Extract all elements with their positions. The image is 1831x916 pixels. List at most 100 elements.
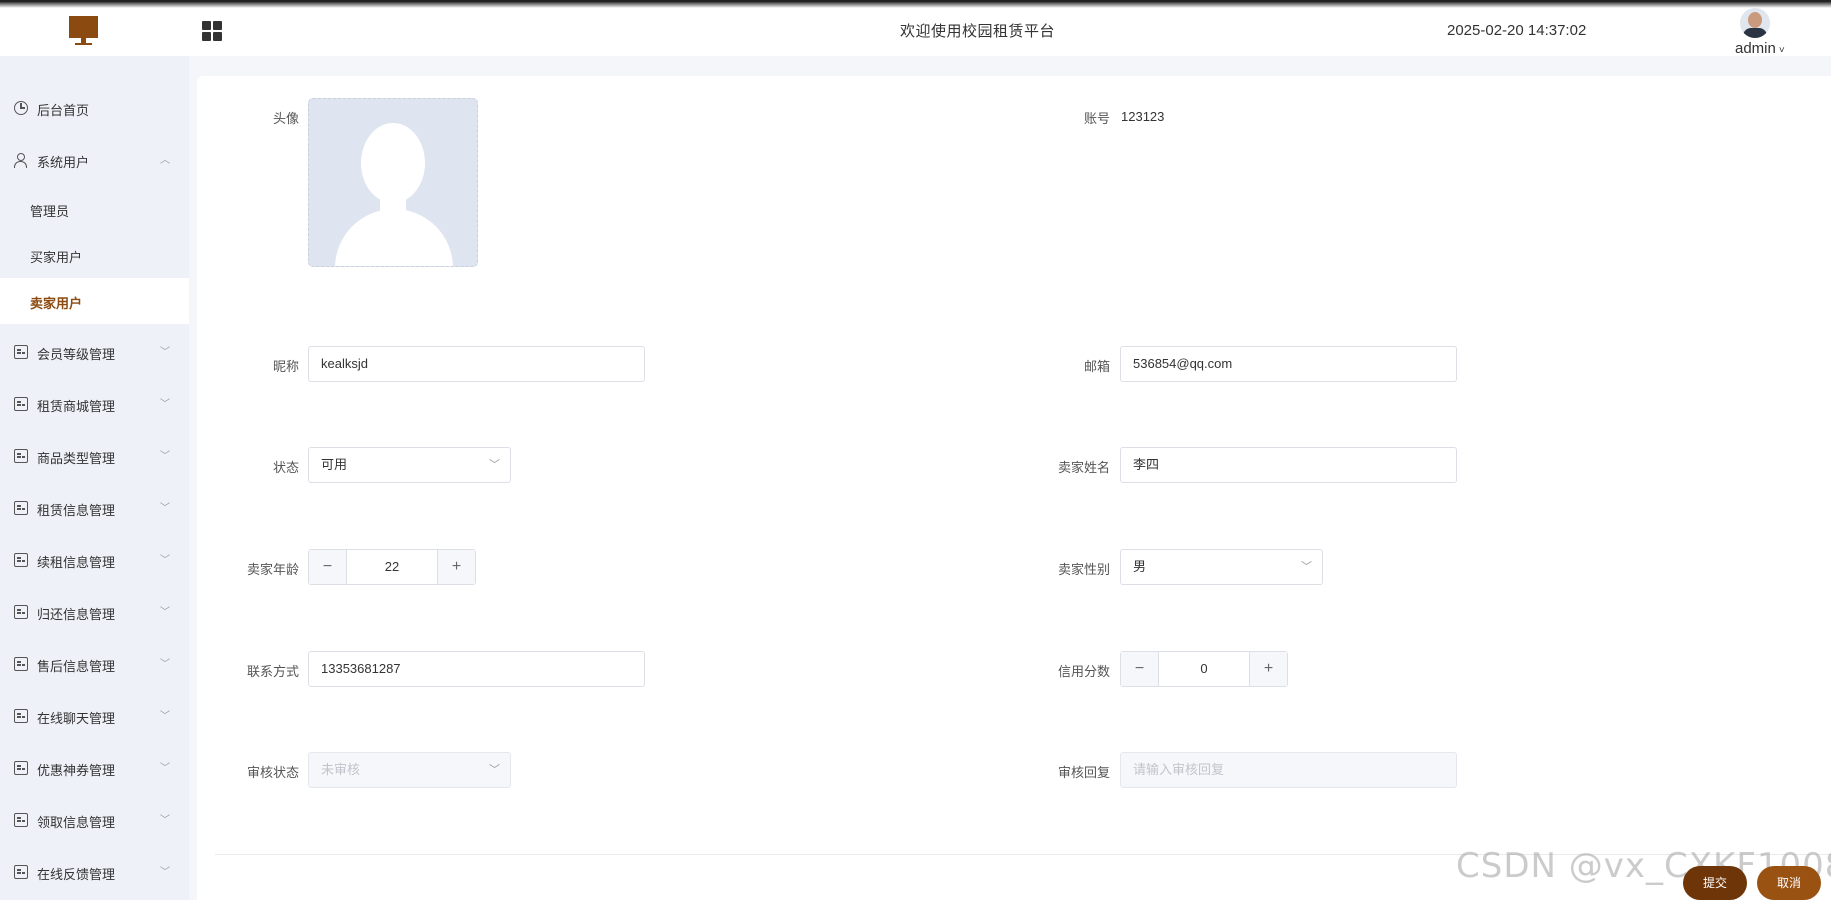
user-avatar[interactable]: [1740, 8, 1770, 38]
sidebar-item-label: 在线反馈管理: [37, 867, 116, 882]
sidebar-item-label: 租赁信息管理: [37, 503, 116, 518]
credit-stepper[interactable]: − 0 +: [1120, 651, 1288, 687]
decrement-button[interactable]: −: [1121, 652, 1159, 686]
sidebar-item-online-chat[interactable]: 在线聊天管理 ﹀: [0, 690, 189, 742]
sidebar-item-dashboard[interactable]: 后台首页: [0, 82, 189, 134]
chevron-down-icon: ﹀: [160, 659, 170, 670]
status-select[interactable]: 可用 ﹀: [308, 447, 511, 483]
decrement-button[interactable]: −: [309, 550, 347, 584]
datetime-display: 2025-02-20 14:37:02: [1447, 22, 1587, 39]
sidebar-item-return-info[interactable]: 归还信息管理 ﹀: [0, 586, 189, 638]
document-icon: [14, 709, 28, 723]
sidebar-item-label: 后台首页: [37, 103, 90, 118]
sidebar-subitem-sellers[interactable]: 卖家用户: [0, 278, 189, 324]
chevron-down-icon: ﹀: [160, 555, 170, 566]
status-selected-value: 可用: [321, 457, 348, 472]
document-icon: [14, 449, 28, 463]
monitor-logo-icon[interactable]: [69, 16, 98, 46]
account-label: 账号: [1083, 111, 1110, 126]
sidebar-item-label: 领取信息管理: [37, 815, 116, 830]
nickname-input[interactable]: kealksjd: [308, 346, 645, 382]
username-label[interactable]: admin: [1735, 40, 1776, 57]
user-icon: [14, 153, 28, 168]
sidebar-item-product-types[interactable]: 商品类型管理 ﹀: [0, 430, 189, 482]
status-label: 状态: [272, 460, 299, 475]
sidebar-item-label: 优惠神券管理: [37, 763, 116, 778]
chevron-down-icon: ﹀: [160, 503, 170, 514]
seller-gender-select[interactable]: 男 ﹀: [1120, 549, 1323, 585]
sidebar-subitem-label: 买家用户: [30, 250, 83, 265]
user-menu[interactable]: admin ˅: [1735, 40, 1785, 57]
document-icon: [14, 605, 28, 619]
document-icon: [14, 657, 28, 671]
email-input[interactable]: 536854@qq.com: [1120, 346, 1457, 382]
submit-button[interactable]: 提交: [1683, 866, 1747, 900]
document-icon: [14, 813, 28, 827]
seller-age-stepper[interactable]: − 22 +: [308, 549, 476, 585]
sidebar-item-label: 会员等级管理: [37, 347, 116, 362]
chevron-down-icon: ﹀: [160, 815, 170, 826]
audit-reply-input: 请输入审核回复: [1120, 752, 1457, 788]
sidebar-item-rental-info[interactable]: 租赁信息管理 ﹀: [0, 482, 189, 534]
sidebar-item-rental-mall[interactable]: 租赁商城管理 ﹀: [0, 378, 189, 430]
contact-input[interactable]: 13353681287: [308, 651, 645, 687]
menu-grid-icon[interactable]: [202, 21, 222, 41]
chevron-down-icon: ﹀: [160, 607, 170, 618]
sidebar-item-label: 售后信息管理: [37, 659, 116, 674]
chevron-down-icon: ﹀: [160, 347, 170, 358]
sidebar-subitem-label: 卖家用户: [30, 296, 83, 311]
document-icon: [14, 501, 28, 515]
seller-gender-label: 卖家性别: [1057, 562, 1110, 577]
audit-reply-label: 审核回复: [1057, 765, 1110, 780]
chevron-down-icon: ˅: [1778, 45, 1785, 56]
sidebar-item-claim-info[interactable]: 领取信息管理 ﹀: [0, 794, 189, 846]
credit-label: 信用分数: [1057, 664, 1110, 679]
page-title: 欢迎使用校园租赁平台: [900, 23, 1056, 40]
sidebar-subitem-buyers[interactable]: 买家用户: [0, 232, 189, 278]
sidebar-item-label: 续租信息管理: [37, 555, 116, 570]
chevron-down-icon: ﹀: [160, 711, 170, 722]
sidebar-item-label: 系统用户: [37, 155, 90, 170]
chevron-up-icon: ︿: [160, 155, 170, 166]
audit-status-placeholder: 未审核: [321, 762, 361, 777]
sidebar-item-label: 归还信息管理: [37, 607, 116, 622]
document-icon: [14, 345, 28, 359]
chevron-down-icon: ﹀: [160, 867, 170, 878]
cancel-button[interactable]: 取消: [1757, 866, 1821, 900]
seller-age-label: 卖家年龄: [246, 562, 299, 577]
document-icon: [14, 553, 28, 567]
document-icon: [14, 865, 28, 879]
avatar-upload[interactable]: [308, 98, 478, 267]
sidebar-subitem-label: 管理员: [30, 204, 70, 219]
sidebar-item-feedback[interactable]: 在线反馈管理 ﹀: [0, 846, 189, 898]
sidebar-item-label: 租赁商城管理: [37, 399, 116, 414]
sidebar-item-renewal-info[interactable]: 续租信息管理 ﹀: [0, 534, 189, 586]
email-label: 邮箱: [1083, 359, 1110, 374]
seller-name-input[interactable]: 李四: [1120, 447, 1457, 483]
account-value: 123123: [1121, 109, 1165, 124]
chevron-down-icon: ﹀: [160, 763, 170, 774]
sidebar-subitem-admins[interactable]: 管理员: [0, 186, 189, 232]
sidebar-item-after-sales[interactable]: 售后信息管理 ﹀: [0, 638, 189, 690]
chevron-down-icon: ﹀: [489, 764, 500, 776]
top-bar: 欢迎使用校园租赁平台 2025-02-20 14:37:02 admin ˅: [0, 0, 1831, 57]
chevron-down-icon: ﹀: [160, 451, 170, 462]
audit-status-select: 未审核 ﹀: [308, 752, 511, 788]
document-icon: [14, 397, 28, 411]
sidebar-item-coupons[interactable]: 优惠神券管理 ﹀: [0, 742, 189, 794]
document-icon: [14, 761, 28, 775]
chevron-down-icon: ﹀: [1301, 561, 1312, 573]
dashboard-icon: [14, 101, 28, 115]
sidebar-item-member-levels[interactable]: 会员等级管理 ﹀: [0, 326, 189, 378]
increment-button[interactable]: +: [1249, 652, 1287, 686]
chevron-down-icon: ﹀: [489, 459, 500, 471]
audit-status-label: 审核状态: [246, 765, 299, 780]
seller-age-value[interactable]: 22: [347, 550, 437, 584]
chevron-down-icon: ﹀: [160, 399, 170, 410]
sidebar-item-system-users[interactable]: 系统用户 ︿: [0, 134, 189, 186]
credit-value[interactable]: 0: [1159, 652, 1249, 686]
increment-button[interactable]: +: [437, 550, 475, 584]
sidebar-item-label: 在线聊天管理: [37, 711, 116, 726]
contact-label: 联系方式: [246, 664, 299, 679]
gender-selected-value: 男: [1133, 559, 1147, 574]
